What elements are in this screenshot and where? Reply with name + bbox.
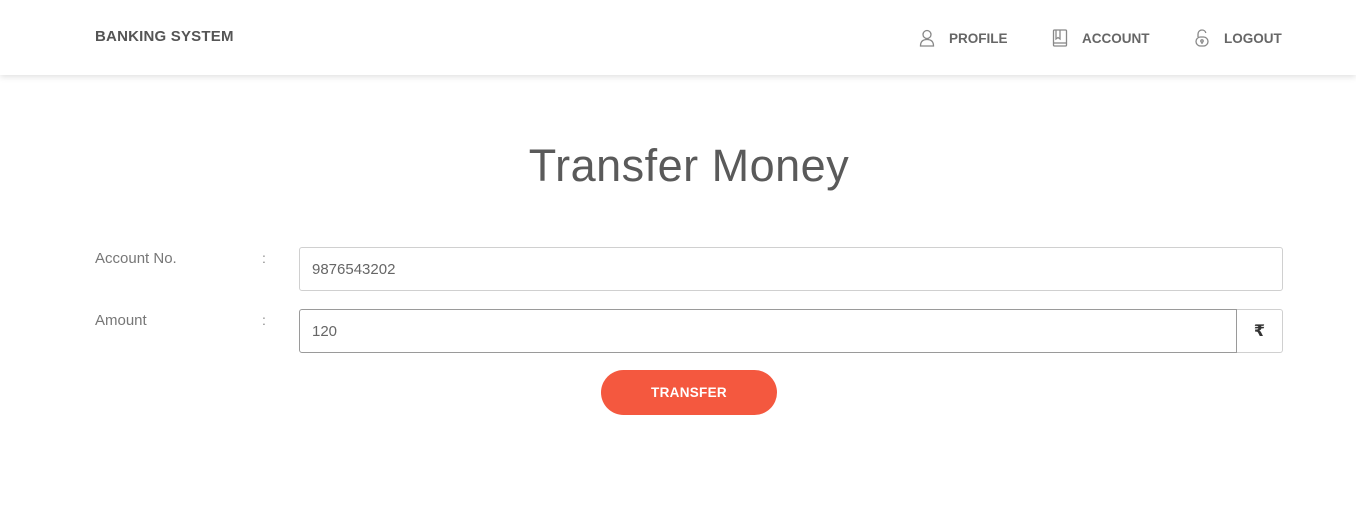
nav-account-label: ACCOUNT (1082, 30, 1150, 46)
amount-label: Amount (95, 312, 147, 329)
nav-logout-label: LOGOUT (1224, 30, 1282, 46)
account-number-separator: : (262, 250, 266, 266)
lock-icon (1193, 28, 1211, 48)
brand-logo-text[interactable]: BANKING SYSTEM (95, 28, 234, 45)
book-icon (1051, 28, 1069, 48)
transfer-button[interactable]: TRANSFER (601, 370, 777, 415)
user-icon (918, 28, 936, 48)
amount-separator: : (262, 312, 266, 328)
nav-profile-link[interactable]: PROFILE (918, 28, 1008, 48)
nav-account-link[interactable]: ACCOUNT (1051, 28, 1150, 48)
nav-logout-link[interactable]: LOGOUT (1193, 28, 1282, 48)
amount-input[interactable] (299, 309, 1237, 353)
amount-input-group: ₹ (299, 309, 1283, 353)
nav-profile-label: PROFILE (949, 30, 1008, 46)
rupee-icon: ₹ (1237, 309, 1283, 353)
navbar: BANKING SYSTEM PROFILE ACCOUNT LOGOUT (0, 0, 1356, 75)
account-number-label: Account No. (95, 250, 177, 267)
account-number-input[interactable] (299, 247, 1283, 291)
page-title: Transfer Money (528, 140, 850, 191)
